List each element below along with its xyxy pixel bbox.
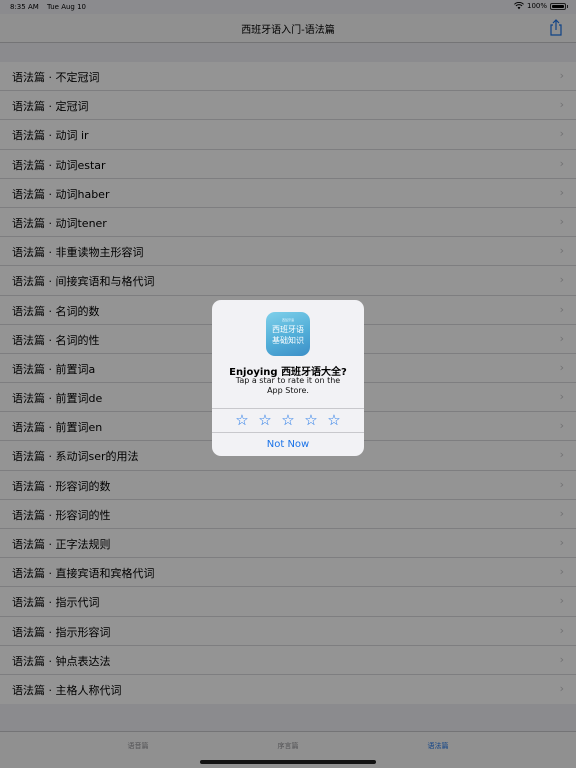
- star-rating: ☆ ☆ ☆ ☆ ☆: [212, 408, 364, 432]
- rating-alert: 西班牙语 西班牙语 基础知识 Enjoying 西班牙语大全? Tap a st…: [212, 300, 364, 456]
- app-icon-line1: 西班牙语: [272, 325, 304, 334]
- not-now-button[interactable]: Not Now: [212, 432, 364, 456]
- star-icon[interactable]: ☆: [235, 409, 250, 432]
- alert-message: Tap a star to rate it on the App Store.: [235, 376, 341, 395]
- star-icon[interactable]: ☆: [327, 409, 342, 432]
- home-indicator[interactable]: [200, 760, 376, 764]
- star-icon[interactable]: ☆: [258, 409, 273, 432]
- star-icon[interactable]: ☆: [281, 409, 296, 432]
- app-icon: 西班牙语 西班牙语 基础知识: [266, 312, 310, 356]
- app-icon-small-text: 西班牙语: [281, 318, 294, 322]
- star-icon[interactable]: ☆: [304, 409, 319, 432]
- app-icon-line2: 基础知识: [272, 336, 304, 345]
